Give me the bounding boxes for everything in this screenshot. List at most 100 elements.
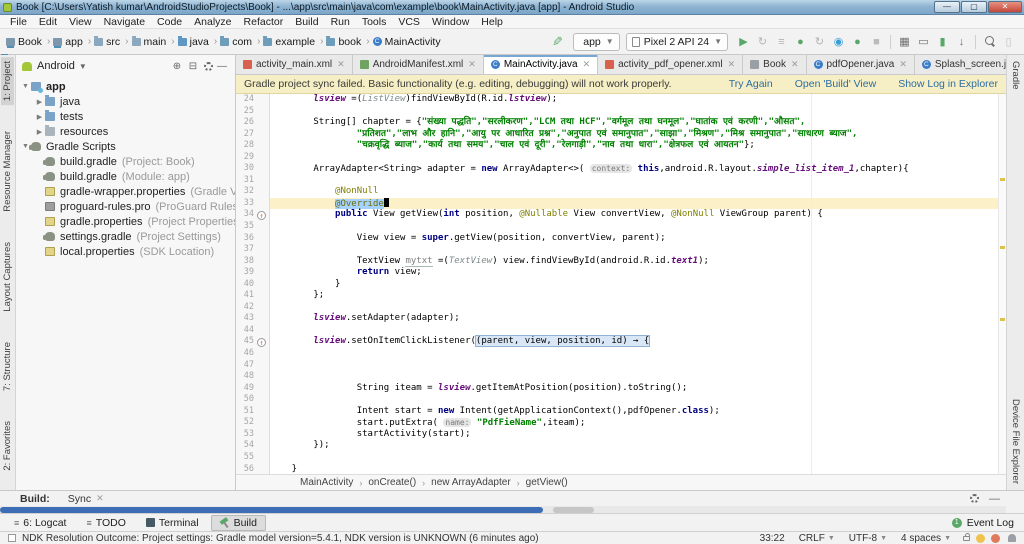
menu-item-tools[interactable]: Tools (356, 16, 393, 28)
fatal-error-icon[interactable] (991, 533, 1000, 543)
tab-book[interactable]: Book ✕ (743, 55, 807, 74)
tree-item-local-properties-sdk-location[interactable]: local.properties (SDK Location) (16, 244, 235, 259)
code-line[interactable]: 32 @NonNull (236, 186, 1006, 198)
event-log-button[interactable]: 1 Event Log (951, 517, 1014, 529)
code-line[interactable]: 46 (236, 348, 1006, 360)
notifications-icon[interactable] (1008, 534, 1016, 542)
breadcrumb-oncreate[interactable]: onCreate() (368, 477, 416, 488)
override-marker-icon[interactable]: ↑ (257, 337, 266, 347)
tool-button-1-project[interactable]: 1: Project (1, 57, 14, 106)
apply-code-changes-icon[interactable]: ≡ (773, 33, 790, 50)
breadcrumb-new-arrayadapter[interactable]: new ArrayAdapter (431, 477, 511, 488)
code-line[interactable]: 26 String[] chapter = {"संख्या पद्धति","… (236, 117, 1006, 129)
sdk-manager-icon[interactable]: ↓ (953, 33, 970, 50)
breadcrumb-java[interactable]: java (177, 35, 209, 48)
code-line[interactable]: 53 startActivity(start); (236, 428, 1006, 441)
hide-panel-icon[interactable]: — (989, 493, 1000, 505)
code-line[interactable]: 44 (236, 324, 1006, 337)
menu-item-edit[interactable]: Edit (33, 16, 63, 28)
breadcrumb-getview[interactable]: getView() (526, 477, 568, 488)
menu-item-file[interactable]: File (4, 16, 33, 28)
code-line[interactable]: 42 (236, 301, 1006, 314)
breadcrumb-book[interactable]: Book (6, 36, 42, 48)
tab-androidmanifest-xml[interactable]: AndroidManifest.xml ✕ (352, 55, 484, 74)
profile-sessions-icon[interactable]: ▯ (1000, 33, 1017, 50)
caret-position-widget[interactable]: 33:22 (760, 533, 785, 544)
maximize-button[interactable]: ▢ (961, 1, 987, 13)
tree-item-tests[interactable]: ▶ tests (16, 109, 235, 124)
code-line[interactable]: 43 lsview.setAdapter(adapter); (236, 313, 1006, 325)
code-line[interactable]: 34 ↑ public View getView(int position, @N… (236, 209, 1006, 222)
device-select[interactable]: Pixel 2 API 24 ▼ (625, 32, 728, 51)
code-line[interactable]: 50 (236, 394, 1006, 406)
tab-activity-pdf-opener-xml[interactable]: activity_pdf_opener.xml ✕ (598, 55, 744, 74)
lock-icon[interactable] (963, 532, 970, 541)
try-again-link[interactable]: Try Again (729, 78, 773, 90)
locate-file-icon[interactable]: ⊕ (170, 61, 184, 72)
breadcrumb-mainactivity[interactable]: MainActivity (300, 477, 353, 488)
tab-mainactivity-java[interactable]: C MainActivity.java ✕ (483, 55, 599, 74)
tool-button-gradle[interactable]: Gradle (1009, 57, 1022, 94)
avd-manager-icon[interactable]: ▮ (934, 33, 951, 50)
breadcrumb-src[interactable]: src (94, 35, 120, 48)
code-line[interactable]: 30 ArrayAdapter<String> adapter = new Ar… (236, 163, 1006, 175)
project-view-selector[interactable]: Android (37, 60, 75, 72)
code-line[interactable]: 29 (236, 151, 1006, 164)
run-configuration-select[interactable]: app ▼ (573, 32, 620, 51)
close-icon[interactable]: ✕ (791, 59, 799, 70)
code-line[interactable]: 31 (236, 174, 1006, 187)
breadcrumb-mainactivity[interactable]: C MainActivity (372, 36, 441, 48)
highlight-level-icon[interactable] (976, 533, 985, 543)
editor-scrollbar[interactable] (998, 94, 1006, 474)
menu-item-help[interactable]: Help (475, 16, 509, 28)
tool-window-button-todo[interactable]: ≡ TODO (78, 516, 133, 530)
record-icon[interactable]: ● (849, 33, 866, 50)
code-line[interactable]: 27 "प्रतिशत","लाभ और हानि","आयु पर आधारि… (236, 128, 1006, 141)
tree-item-resources[interactable]: ▶ resources (16, 124, 235, 139)
indent-widget[interactable]: 4 spaces ▼ (901, 533, 951, 544)
run-icon[interactable]: ▶ (735, 33, 752, 50)
title-bar[interactable]: Book [C:\Users\Yatish kumar\AndroidStudi… (0, 0, 1024, 15)
tool-window-button-6-logcat[interactable]: ≡ 6: Logcat (6, 516, 74, 530)
chevron-icon[interactable]: ▼ (20, 83, 31, 90)
code-line[interactable]: 41 }; (236, 290, 1006, 302)
tab-pdfopener-java[interactable]: CpdfOpener.java ✕ (806, 55, 915, 74)
code-line[interactable]: 36 View view = super.getView(position, c… (236, 232, 1006, 245)
tool-button-resource-manager[interactable]: Resource Manager (1, 127, 14, 216)
code-line[interactable]: 35 (236, 221, 1006, 233)
code-line[interactable]: 56 } (236, 463, 1006, 474)
tree-item-gradle-wrapper-properties-gradle-version[interactable]: gradle-wrapper.properties (Gradle Version… (16, 184, 235, 199)
menu-item-analyze[interactable]: Analyze (188, 16, 237, 28)
code-line[interactable]: 24 lsview =(ListView)findViewById(R.id.l… (236, 94, 1006, 106)
profile-icon[interactable]: ◉ (830, 33, 847, 50)
code-line[interactable]: 49 String iteam = lsview.getItemAtPositi… (236, 382, 1006, 395)
breadcrumb-main[interactable]: main (131, 35, 166, 48)
tree-item-settings-gradle-project-settings[interactable]: settings.gradle (Project Settings) (16, 229, 235, 244)
menu-item-refactor[interactable]: Refactor (238, 16, 290, 28)
attach-debugger-icon[interactable]: ↻ (811, 33, 828, 50)
code-line[interactable]: 39 return view; (236, 267, 1006, 279)
code-line[interactable]: 48 (236, 371, 1006, 383)
code-line[interactable]: 33 @Override (236, 197, 1006, 210)
close-icon[interactable]: ✕ (583, 59, 591, 70)
code-editor[interactable]: 24 lsview =(ListView)findViewById(R.id.l… (236, 94, 1006, 474)
tree-item-app[interactable]: ▼ app (16, 79, 235, 94)
apply-changes-icon[interactable]: ↻ (754, 33, 771, 50)
stop-icon[interactable]: ■ (868, 33, 885, 50)
code-line[interactable]: 54 }); (236, 440, 1006, 452)
close-icon[interactable]: ✕ (728, 59, 736, 70)
debug-icon[interactable]: ● (792, 33, 809, 50)
menu-item-navigate[interactable]: Navigate (98, 16, 151, 28)
show-log-link[interactable]: Show Log in Explorer (898, 78, 998, 90)
hide-panel-icon[interactable]: — (215, 61, 229, 72)
chevron-icon[interactable]: ▶ (34, 98, 45, 106)
search-icon[interactable] (981, 33, 998, 50)
menu-item-code[interactable]: Code (151, 16, 188, 28)
tool-button-7-structure[interactable]: 7: Structure (1, 338, 14, 395)
tree-item-proguard-rules-pro-proguard-rules-for-app[interactable]: proguard-rules.pro (ProGuard Rules for ap… (16, 199, 235, 214)
line-ending-widget[interactable]: CRLF ▼ (799, 533, 835, 544)
menu-item-run[interactable]: Run (325, 16, 356, 28)
tab-activity-main-xml[interactable]: activity_main.xml ✕ (236, 55, 353, 74)
sync-tab[interactable]: Sync ✕ (64, 493, 108, 505)
breadcrumb-com[interactable]: com (220, 35, 252, 48)
